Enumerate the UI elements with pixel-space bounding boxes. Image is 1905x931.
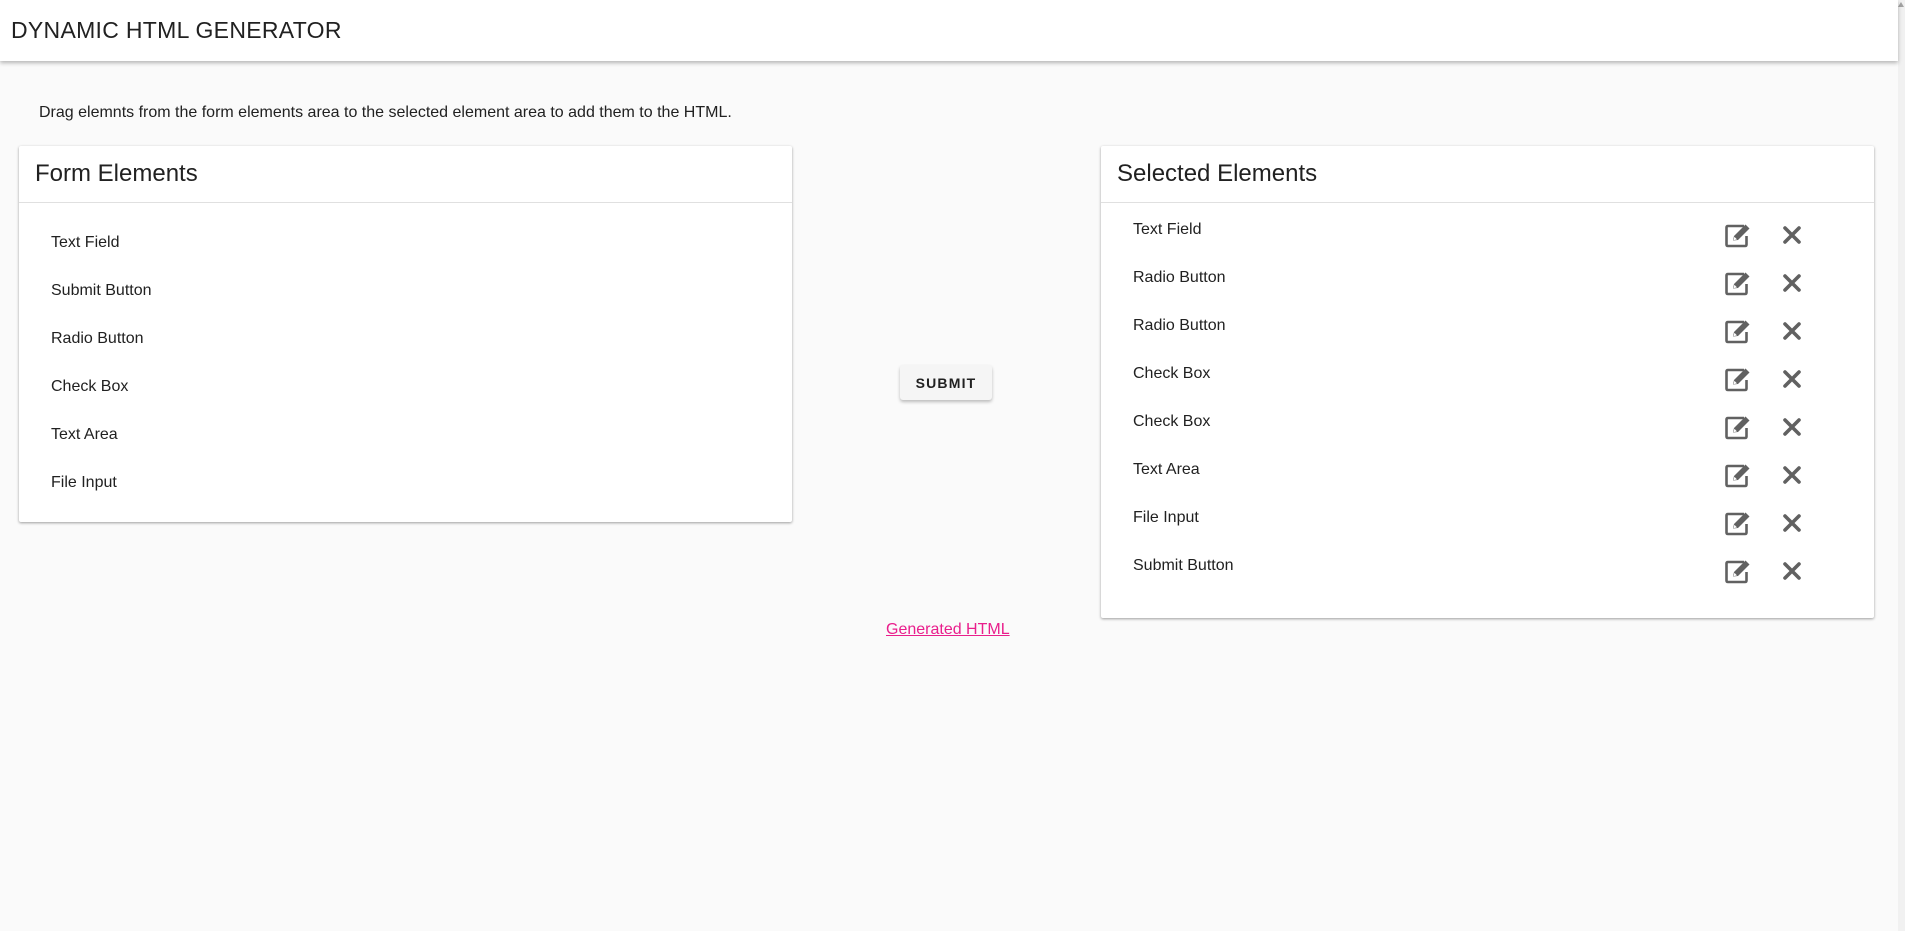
edit-icon [1724, 366, 1752, 397]
app-toolbar: DYNAMIC HTML GENERATOR [0, 0, 1898, 61]
selected-element-row[interactable]: Text Field [1101, 213, 1874, 261]
form-element-item[interactable]: Check Box [51, 363, 128, 411]
selected-element-label: File Input [1133, 509, 1199, 526]
instructions-text: Drag elemnts from the form elements area… [39, 104, 732, 121]
selected-elements-panel: Selected Elements Text Field Radio Button… [1101, 146, 1874, 618]
edit-icon [1724, 462, 1752, 493]
remove-button[interactable] [1775, 556, 1809, 590]
selected-elements-header: Selected Elements [1101, 146, 1874, 203]
edit-button[interactable] [1721, 508, 1755, 542]
selected-element-row[interactable]: Check Box [1101, 357, 1874, 405]
selected-element-label: Submit Button [1133, 557, 1234, 574]
remove-button[interactable] [1775, 412, 1809, 446]
edit-button[interactable] [1721, 268, 1755, 302]
scrollbar[interactable] [1898, 0, 1905, 931]
selected-element-row[interactable]: Radio Button [1101, 261, 1874, 309]
selected-element-label: Radio Button [1133, 317, 1226, 334]
selected-element-label: Radio Button [1133, 269, 1226, 286]
edit-icon [1724, 270, 1752, 301]
edit-icon [1724, 222, 1752, 253]
form-elements-header: Form Elements [19, 146, 792, 203]
scroll-up-arrow-icon[interactable] [1898, 2, 1904, 7]
edit-button[interactable] [1721, 556, 1755, 590]
selected-element-row[interactable]: Text Area [1101, 453, 1874, 501]
close-icon [1782, 225, 1802, 250]
edit-button[interactable] [1721, 460, 1755, 494]
form-element-item[interactable]: File Input [51, 459, 117, 507]
remove-button[interactable] [1775, 268, 1809, 302]
edit-button[interactable] [1721, 364, 1755, 398]
close-icon [1782, 369, 1802, 394]
selected-element-label: Text Field [1133, 221, 1202, 238]
close-icon [1782, 561, 1802, 586]
remove-button[interactable] [1775, 508, 1809, 542]
close-icon [1782, 273, 1802, 298]
remove-button[interactable] [1775, 364, 1809, 398]
edit-button[interactable] [1721, 316, 1755, 350]
selected-element-row[interactable]: Submit Button [1101, 549, 1874, 597]
edit-icon [1724, 318, 1752, 349]
form-element-item[interactable]: Text Area [51, 411, 118, 459]
close-icon [1782, 513, 1802, 538]
edit-button[interactable] [1721, 412, 1755, 446]
form-elements-panel: Form Elements Text Field Submit Button R… [19, 146, 792, 522]
generated-html-link[interactable]: Generated HTML [886, 621, 1010, 639]
close-icon [1782, 321, 1802, 346]
close-icon [1782, 417, 1802, 442]
selected-element-label: Text Area [1133, 461, 1200, 478]
app-title: DYNAMIC HTML GENERATOR [11, 17, 342, 43]
remove-button[interactable] [1775, 220, 1809, 254]
edit-icon [1724, 414, 1752, 445]
edit-icon [1724, 510, 1752, 541]
close-icon [1782, 465, 1802, 490]
selected-element-row[interactable]: Radio Button [1101, 309, 1874, 357]
form-element-item[interactable]: Radio Button [51, 315, 144, 363]
remove-button[interactable] [1775, 316, 1809, 350]
form-element-item[interactable]: Text Field [51, 219, 119, 267]
remove-button[interactable] [1775, 460, 1809, 494]
selected-element-label: Check Box [1133, 413, 1211, 430]
edit-icon [1724, 558, 1752, 589]
selected-element-row[interactable]: Check Box [1101, 405, 1874, 453]
selected-element-row[interactable]: File Input [1101, 501, 1874, 549]
submit-button[interactable]: SUBMIT [900, 365, 992, 400]
edit-button[interactable] [1721, 220, 1755, 254]
form-element-item[interactable]: Submit Button [51, 267, 152, 315]
selected-element-label: Check Box [1133, 365, 1211, 382]
